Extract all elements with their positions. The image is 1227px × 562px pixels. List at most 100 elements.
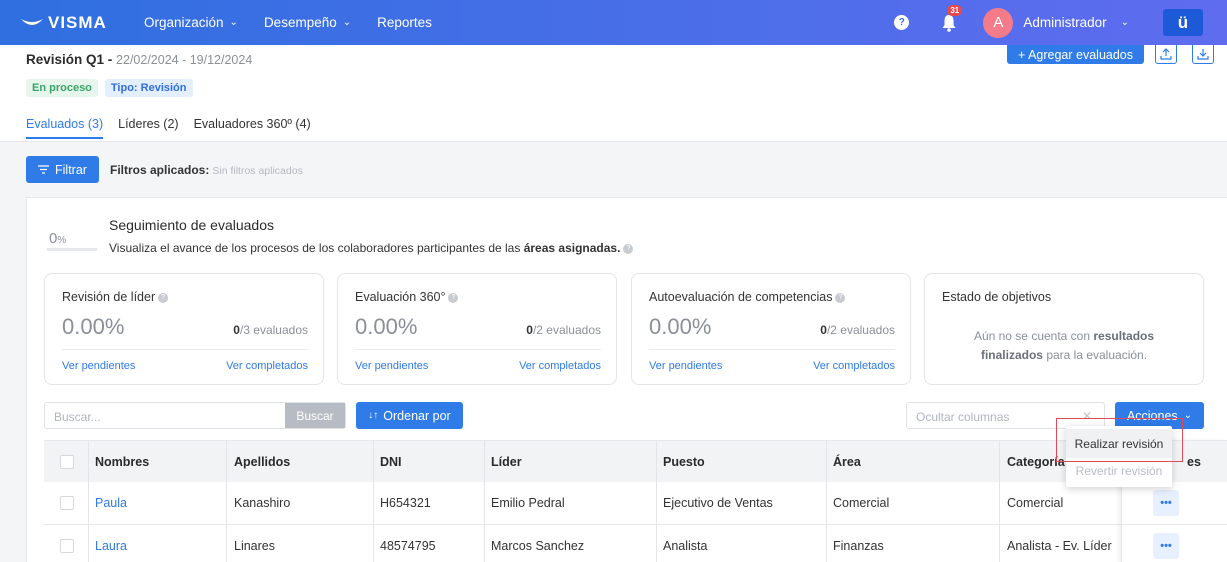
- more-options-button[interactable]: •••: [1153, 533, 1179, 559]
- cell-area: Comercial: [833, 496, 890, 510]
- order-by-label: Ordenar por: [383, 408, 451, 423]
- row-actions-cell: •••: [1153, 482, 1179, 524]
- col-dni[interactable]: DNI: [380, 441, 402, 482]
- card-value: 0.00%: [62, 314, 125, 339]
- nav-desempeno[interactable]: Desempeño ⌄: [264, 15, 351, 30]
- topbar-right: ? 31 A Administrador ⌄ ü: [894, 0, 1227, 45]
- ver-completados-link[interactable]: Ver completados: [226, 360, 308, 372]
- card-count: 0/3 evaluados: [233, 323, 308, 337]
- overall-progress-percent: 0%: [49, 230, 67, 247]
- card-autoevaluacion: Autoevaluación de competencias? 0.00% 0/…: [631, 273, 911, 385]
- tracking-panel: 0% Seguimiento de evaluados Visualiza el…: [26, 197, 1227, 562]
- review-dates: 22/02/2024 - 19/12/2024: [116, 53, 253, 67]
- col-nombres[interactable]: Nombres: [95, 441, 149, 482]
- tabs: Evaluados (3) Líderes (2) Evaluadores 36…: [26, 117, 326, 139]
- add-evaluados-button[interactable]: + Agregar evaluados: [1007, 45, 1144, 64]
- row-actions-cell: •••: [1153, 525, 1179, 562]
- table-header: Nombres Apellidos DNI Líder Puesto Área …: [44, 440, 1227, 482]
- search-button[interactable]: Buscar: [285, 403, 345, 428]
- cell-puesto: Ejecutivo de Ventas: [663, 496, 773, 510]
- hide-columns-placeholder: Ocultar columnas: [916, 410, 1010, 424]
- filter-button-label: Filtrar: [55, 162, 87, 177]
- visma-logo[interactable]: VISMA: [20, 13, 114, 33]
- col-area[interactable]: Área: [833, 441, 861, 482]
- tracking-description: Visualiza el avance de los procesos de l…: [109, 241, 634, 255]
- cell-nombre-link[interactable]: Laura: [95, 525, 127, 562]
- help-icon[interactable]: ?: [894, 15, 910, 30]
- card-title: Autoevaluación de competencias?: [649, 290, 846, 304]
- card-title: Revisión de líder?: [62, 290, 169, 304]
- notification-count-badge: 31: [947, 4, 963, 16]
- nav-organizacion[interactable]: Organización ⌄: [144, 15, 238, 30]
- card-title: Estado de objetivos: [942, 290, 1052, 304]
- card-evaluacion-360: Evaluación 360°? 0.00% 0/2 evaluados Ver…: [337, 273, 617, 385]
- more-options-button[interactable]: •••: [1153, 490, 1179, 516]
- app-switcher-button[interactable]: ü: [1163, 9, 1203, 36]
- ver-pendientes-link[interactable]: Ver pendientes: [649, 360, 722, 372]
- page-title: Revisión Q1 - 22/02/2024 - 19/12/2024: [26, 52, 252, 67]
- sort-icon: ↓↑: [368, 410, 379, 421]
- ver-pendientes-link[interactable]: Ver pendientes: [62, 360, 135, 372]
- card-estado-objetivos: Estado de objetivos Aún no se cuenta con…: [924, 273, 1204, 385]
- status-badges: En proceso Tipo: Revisión: [26, 79, 200, 97]
- nav-reportes[interactable]: Reportes: [377, 15, 432, 30]
- notifications-bell[interactable]: 31: [941, 4, 963, 32]
- row-checkbox-cell: [60, 525, 74, 562]
- card-revision-lider: Revisión de líder? 0.00% 0/3 evaluados V…: [44, 273, 324, 385]
- logo-text: VISMA: [48, 12, 107, 32]
- info-icon[interactable]: ?: [448, 292, 459, 303]
- order-by-button[interactable]: ↓↑ Ordenar por: [356, 402, 463, 429]
- card-value: 0.00%: [649, 314, 712, 339]
- chevron-down-icon: ⌄: [1183, 410, 1193, 421]
- tab-lideres[interactable]: Líderes (2): [118, 117, 178, 139]
- nav-organizacion-label: Organización: [144, 15, 224, 30]
- cell-apellidos: Linares: [234, 539, 275, 553]
- cell-puesto: Analista: [663, 539, 708, 553]
- cell-categoria: Analista - Ev. Líder: [1007, 539, 1112, 553]
- col-apellidos[interactable]: Apellidos: [234, 441, 290, 482]
- download-icon: [1197, 49, 1209, 60]
- objectives-message: Aún no se cuenta con resultados finaliza…: [973, 329, 1155, 362]
- user-name[interactable]: Administrador: [1023, 15, 1106, 30]
- applied-filters-label: Filtros aplicados:: [110, 163, 210, 177]
- chevron-down-icon[interactable]: ⌄: [1121, 17, 1129, 28]
- highlight-annotation-box: [1056, 418, 1183, 462]
- card-divider: [649, 349, 895, 350]
- filter-button[interactable]: Filtrar: [26, 156, 99, 183]
- row-checkbox[interactable]: [60, 496, 74, 510]
- cell-nombre-link[interactable]: Paula: [95, 482, 127, 524]
- applied-filters: Filtros aplicados: Sin filtros aplicados: [110, 163, 303, 177]
- status-badge: En proceso: [26, 79, 98, 97]
- col-puesto[interactable]: Puesto: [663, 441, 705, 482]
- card-count: 0/2 evaluados: [820, 323, 895, 337]
- search-input[interactable]: Buscar... Buscar: [44, 402, 346, 429]
- ver-completados-link[interactable]: Ver completados: [813, 360, 895, 372]
- col-lider[interactable]: Líder: [491, 441, 522, 482]
- download-button[interactable]: [1192, 45, 1214, 64]
- ver-pendientes-link[interactable]: Ver pendientes: [355, 360, 428, 372]
- info-icon[interactable]: ?: [623, 243, 634, 254]
- ver-completados-link[interactable]: Ver completados: [519, 360, 601, 372]
- review-title: Revisión Q1 -: [26, 52, 113, 67]
- top-navbar: VISMA Organización ⌄ Desempeño ⌄ Reporte…: [0, 0, 1227, 45]
- chevron-down-icon: ⌄: [229, 17, 238, 28]
- row-checkbox[interactable]: [60, 539, 74, 553]
- cell-lider: Marcos Sanchez: [491, 539, 585, 553]
- select-all-checkbox[interactable]: [60, 454, 74, 469]
- table-row: Laura Linares 48574795 Marcos Sanchez An…: [44, 525, 1227, 562]
- tab-evaluados[interactable]: Evaluados (3): [26, 117, 104, 139]
- cell-apellidos: Kanashiro: [234, 496, 291, 510]
- page-header: Revisión Q1 - 22/02/2024 - 19/12/2024 En…: [0, 45, 1227, 142]
- tab-evaluadores-360[interactable]: Evaluadores 360º (4): [194, 117, 311, 139]
- select-all-checkbox-cell: [60, 441, 74, 482]
- info-icon[interactable]: ?: [158, 292, 169, 303]
- table-row: Paula Kanashiro H654321 Emilio Pedral Ej…: [44, 482, 1227, 525]
- upload-button[interactable]: [1155, 45, 1177, 64]
- avatar[interactable]: A: [983, 7, 1014, 38]
- cell-categoria: Comercial: [1007, 496, 1064, 510]
- filter-icon: [38, 165, 50, 174]
- nav-reportes-label: Reportes: [377, 15, 432, 30]
- info-icon[interactable]: ?: [835, 292, 846, 303]
- visma-swoosh-icon: [21, 18, 43, 25]
- chevron-down-icon: ⌄: [342, 17, 352, 28]
